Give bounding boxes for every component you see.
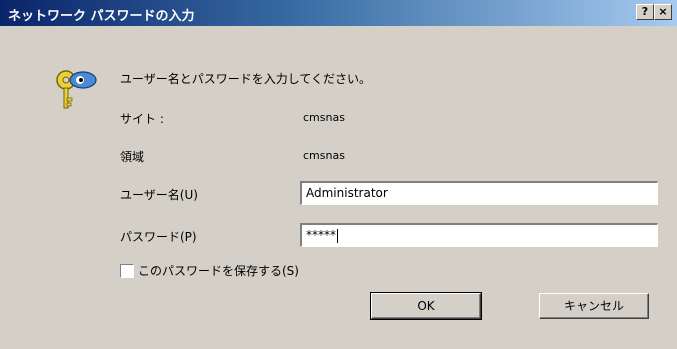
domain-value: cmsnas bbox=[303, 149, 345, 162]
instruction-text: ユーザー名とパスワードを入力してください。 bbox=[120, 72, 372, 86]
domain-label: 領域 bbox=[120, 150, 145, 164]
save-password-label[interactable]: このパスワードを保存する(S) bbox=[138, 262, 299, 279]
site-label: サイト : bbox=[120, 112, 164, 126]
username-label: ユーザー名(U) bbox=[120, 188, 198, 202]
ok-button[interactable]: OK bbox=[370, 292, 482, 320]
text-caret bbox=[337, 228, 338, 243]
cancel-button[interactable]: キャンセル bbox=[539, 293, 649, 319]
password-value: ***** bbox=[306, 228, 336, 242]
password-input[interactable]: ***** bbox=[300, 223, 658, 247]
close-button[interactable]: × bbox=[654, 4, 672, 20]
username-input[interactable]: Administrator bbox=[300, 181, 658, 205]
help-button[interactable]: ? bbox=[636, 4, 654, 20]
keys-icon bbox=[56, 70, 97, 109]
save-password-checkbox[interactable] bbox=[120, 264, 134, 278]
title-bar[interactable]: ネットワーク パスワードの入力 ? × bbox=[0, 0, 677, 26]
window-title: ネットワーク パスワードの入力 bbox=[8, 9, 195, 24]
password-label: パスワード(P) bbox=[120, 230, 197, 244]
username-value: Administrator bbox=[306, 186, 388, 200]
site-value: cmsnas bbox=[303, 111, 345, 124]
